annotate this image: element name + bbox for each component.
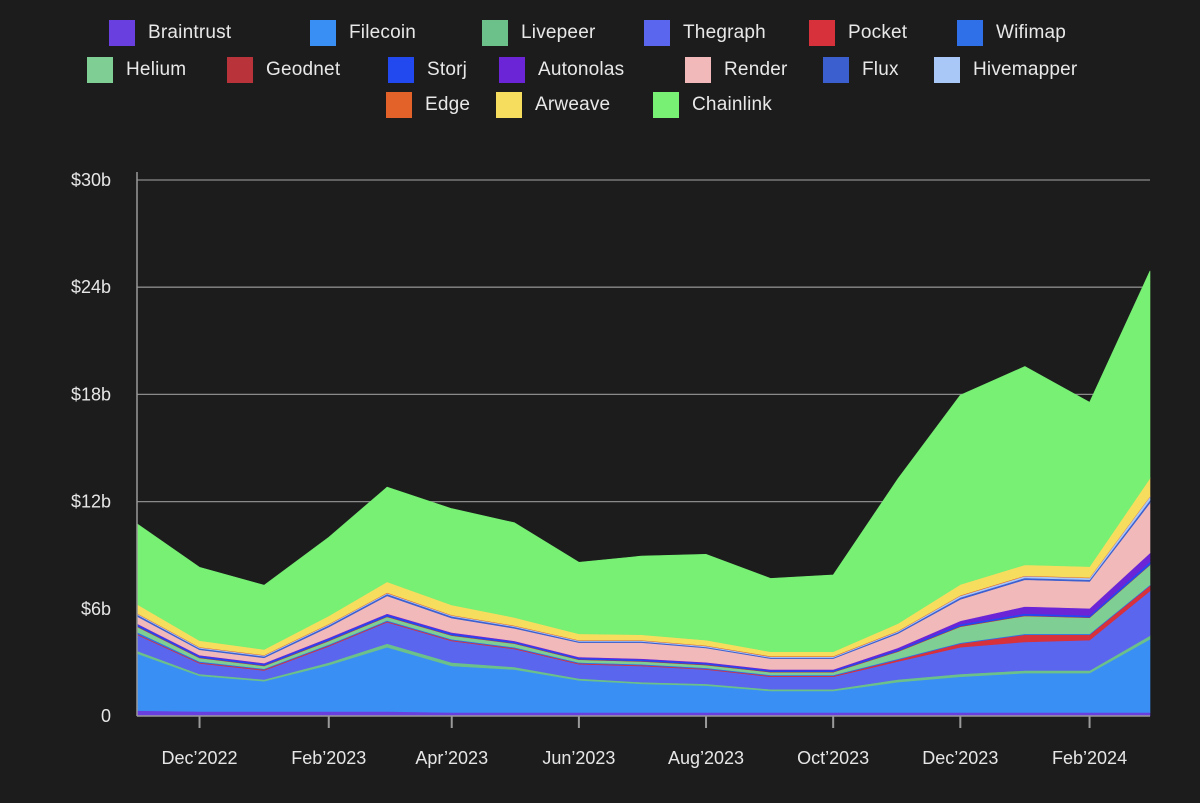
y-tick-label: $30b xyxy=(71,170,111,190)
x-tick-label: Feb’2023 xyxy=(291,748,366,768)
y-tick-label: $6b xyxy=(81,599,111,619)
x-tick-label: Aug’2023 xyxy=(668,748,744,768)
stacked-area-chart: 0 $6b $12b $18b $24b $30b Dec’2022 Feb’2023 Apr’… xyxy=(71,170,1151,768)
area-series xyxy=(136,270,1151,717)
x-tick-label: Oct’2023 xyxy=(797,748,869,768)
y-tick-label: 0 xyxy=(101,706,111,726)
y-tick-label: $12b xyxy=(71,492,111,512)
x-tick-label: Feb’2024 xyxy=(1052,748,1127,768)
x-tick-label: Jun’2023 xyxy=(542,748,615,768)
y-tick-label: $18b xyxy=(71,384,111,404)
x-tick-label: Apr’2023 xyxy=(415,748,488,768)
x-tick-label: Dec’2022 xyxy=(161,748,237,768)
y-tick-label: $24b xyxy=(71,277,111,297)
x-tick-label: Dec’2023 xyxy=(922,748,998,768)
